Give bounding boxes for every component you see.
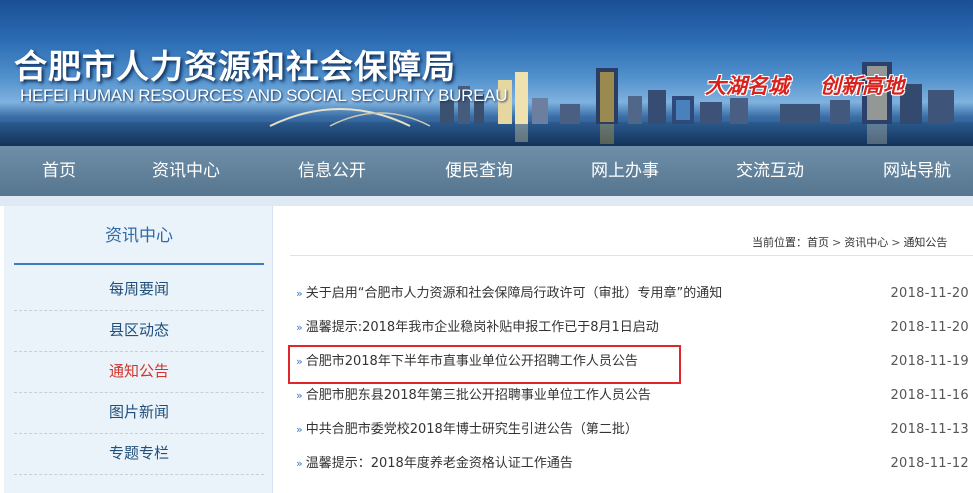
news-title-link[interactable]: 温馨提示：2018年度养老金资格认证工作通告	[306, 456, 573, 471]
news-title-link[interactable]: 合肥市2018年下半年市直事业单位公开招聘工作人员公告	[306, 354, 638, 369]
bullet-icon: »	[296, 423, 303, 436]
news-list-item[interactable]: » 关于启用“合肥市人力资源和社会保障局行政许可（审批）专用章”的通知 2018-…	[296, 277, 973, 311]
news-title-link[interactable]: 温馨提示:2018年我市企业稳岗补贴申报工作已于8月1日启动	[306, 320, 659, 335]
bullet-icon: »	[296, 457, 303, 470]
breadcrumb-prefix: 当前位置：	[752, 236, 807, 249]
sidebar-item-special-topics[interactable]: 专题专栏	[14, 433, 264, 475]
site-banner: 合肥市人力资源和社会保障局 HEFEI HUMAN RESOURCES AND …	[0, 0, 973, 146]
site-title: 合肥市人力资源和社会保障局	[14, 47, 456, 86]
nav-shadow-band	[0, 196, 973, 206]
news-date: 2018-11-19	[890, 354, 969, 369]
bullet-icon: »	[296, 389, 303, 402]
sidebar-item-county-news[interactable]: 县区动态	[14, 310, 264, 352]
nav-item-home[interactable]: 首页	[4, 146, 114, 196]
breadcrumb-current: 通知公告	[903, 236, 948, 249]
news-date: 2018-11-16	[890, 388, 969, 403]
site-subtitle: HEFEI HUMAN RESOURCES AND SOCIAL SECURIT…	[20, 86, 508, 105]
news-list-item[interactable]: » 合肥市肥东县2018年第三批公开招聘事业单位工作人员公告 2018-11-16	[296, 379, 973, 413]
news-list-item[interactable]: » 温馨提示：2018年度养老金资格认证工作通告 2018-11-12	[296, 447, 973, 481]
bullet-icon: »	[296, 321, 303, 334]
divider	[290, 255, 973, 256]
news-date: 2018-11-20	[890, 320, 969, 335]
news-title-link[interactable]: 中共合肥市委党校2018年博士研究生引进公告（第二批）	[306, 422, 638, 437]
breadcrumb-separator: >	[891, 236, 901, 249]
nav-item-online-service[interactable]: 网上办事	[570, 146, 680, 196]
sidebar: 资讯中心 每周要闻 县区动态 通知公告 图片新闻 专题专栏	[4, 206, 273, 493]
sidebar-item-photo-news[interactable]: 图片新闻	[14, 392, 264, 434]
sidebar-item-notices[interactable]: 通知公告	[14, 351, 264, 393]
news-list-item[interactable]: » 中共合肥市委党校2018年博士研究生引进公告（第二批） 2018-11-13	[296, 413, 973, 447]
breadcrumb-home-link[interactable]: 首页	[807, 236, 829, 249]
nav-item-news-center[interactable]: 资讯中心	[131, 146, 241, 196]
breadcrumb: 当前位置：首页 > 资讯中心 > 通知公告	[752, 234, 947, 250]
nav-item-info-disclosure[interactable]: 信息公开	[277, 146, 387, 196]
slogan-text: 大湖名城	[705, 73, 789, 98]
nav-item-site-map[interactable]: 网站导航	[862, 146, 972, 196]
main-nav: 首页 资讯中心 信息公开 便民查询 网上办事 交流互动 网站导航	[0, 146, 973, 196]
sidebar-item-weekly-news[interactable]: 每周要闻	[14, 269, 264, 311]
bullet-icon: »	[296, 355, 303, 368]
slogan-text: 创新高地	[820, 73, 904, 98]
breadcrumb-separator: >	[832, 236, 842, 249]
nav-item-public-query[interactable]: 便民查询	[424, 146, 534, 196]
news-list-item[interactable]: » 温馨提示:2018年我市企业稳岗补贴申报工作已于8月1日启动 2018-11-…	[296, 311, 973, 345]
breadcrumb-news-center-link[interactable]: 资讯中心	[844, 236, 888, 249]
news-date: 2018-11-20	[890, 286, 969, 301]
news-title-link[interactable]: 关于启用“合肥市人力资源和社会保障局行政许可（审批）专用章”的通知	[306, 286, 722, 301]
news-title-link[interactable]: 合肥市肥东县2018年第三批公开招聘事业单位工作人员公告	[306, 388, 651, 403]
nav-item-interaction[interactable]: 交流互动	[715, 146, 825, 196]
news-date: 2018-11-13	[890, 422, 969, 437]
sidebar-title: 资讯中心	[14, 221, 264, 265]
bullet-icon: »	[296, 287, 303, 300]
news-list-item[interactable]: » 合肥市2018年下半年市直事业单位公开招聘工作人员公告 2018-11-19	[296, 345, 973, 379]
news-date: 2018-11-12	[890, 456, 969, 471]
